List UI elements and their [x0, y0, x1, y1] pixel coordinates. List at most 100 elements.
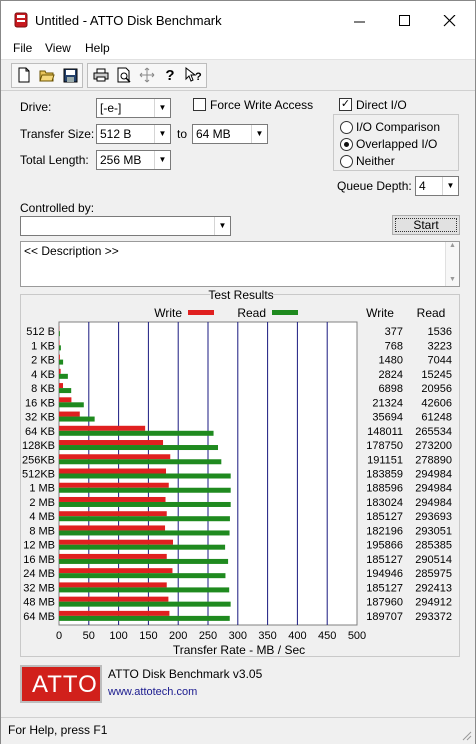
category-label: 64 MB — [23, 611, 55, 623]
read-bar — [59, 587, 230, 593]
legend-write-swatch — [188, 310, 214, 315]
category-label: 16 KB — [25, 397, 55, 409]
queue-depth-select[interactable]: 4 ▼ — [415, 176, 459, 196]
read-value-label: 1536 — [428, 326, 452, 338]
write-value-label: 191151 — [367, 454, 403, 466]
read-bar — [59, 601, 231, 607]
minimize-icon[interactable] — [353, 15, 367, 27]
chevron-down-icon: ▼ — [251, 125, 267, 143]
read-value-label: 285975 — [415, 568, 452, 580]
write-bar — [59, 397, 72, 403]
read-value-label: 265534 — [415, 426, 452, 438]
legend-read-label: Read — [237, 306, 266, 320]
start-button[interactable]: Start — [392, 215, 460, 235]
write-bar — [59, 368, 61, 374]
read-bar — [59, 373, 68, 379]
write-value-label: 183024 — [366, 497, 403, 509]
read-bar — [59, 558, 229, 564]
transfer-from-value: 512 B — [100, 127, 132, 141]
x-tick-label: 150 — [139, 630, 157, 642]
write-value-label: 185127 — [366, 582, 403, 594]
print-icon[interactable] — [90, 64, 112, 86]
read-bar — [59, 615, 230, 621]
read-bar — [59, 530, 230, 536]
write-bar — [59, 496, 166, 502]
write-bar — [59, 539, 174, 545]
status-text: For Help, press F1 — [8, 723, 108, 737]
category-label: 16 MB — [23, 554, 55, 566]
controlled-by-select[interactable]: ▼ — [20, 216, 231, 236]
write-value-label: 185127 — [366, 554, 403, 566]
x-tick-label: 0 — [56, 630, 62, 642]
drive-value: [-e-] — [100, 101, 122, 115]
menu-help[interactable]: Help — [85, 41, 110, 55]
scroll-down-icon[interactable]: ▼ — [449, 276, 456, 283]
read-value-label: 290514 — [415, 554, 452, 566]
chevron-down-icon: ▼ — [442, 177, 458, 195]
scroll-up-icon[interactable]: ▲ — [449, 242, 456, 249]
context-help-icon[interactable]: ? — [182, 64, 204, 86]
save-icon[interactable] — [59, 64, 81, 86]
read-value-label: 294984 — [415, 497, 452, 509]
category-label: 1 KB — [31, 340, 55, 352]
legend-write-label: Write — [154, 306, 182, 320]
category-label: 8 KB — [31, 383, 55, 395]
write-value-label: 188596 — [366, 483, 403, 495]
read-value-label: 292413 — [415, 582, 452, 594]
menu-file[interactable]: File — [13, 41, 32, 55]
write-bar — [59, 596, 169, 602]
write-bar — [59, 425, 146, 431]
read-value-label: 273200 — [415, 440, 452, 452]
menu-view[interactable]: View — [45, 41, 71, 55]
io-comparison-radio[interactable] — [340, 121, 353, 134]
write-value-label: 183859 — [366, 469, 403, 481]
read-value-label: 285385 — [415, 540, 452, 552]
results-title: Test Results — [208, 288, 273, 302]
print-preview-icon[interactable] — [113, 64, 135, 86]
close-icon[interactable] — [443, 15, 457, 27]
results-chart: Test Results Write Read Write Read Trans… — [22, 288, 452, 657]
x-axis-label: Transfer Rate - MB / Sec — [173, 643, 305, 657]
queue-depth-value: 4 — [419, 179, 426, 193]
website-link[interactable]: www.attotech.com — [108, 686, 197, 698]
neither-radio[interactable] — [340, 155, 353, 168]
write-value-label: 35694 — [372, 412, 403, 424]
drive-select[interactable]: [-e-] ▼ — [96, 98, 171, 118]
description-scrollbar[interactable]: ▲ ▼ — [445, 242, 459, 286]
x-tick-label: 50 — [83, 630, 95, 642]
category-label: 256KB — [22, 454, 55, 466]
title-bar[interactable]: Untitled - ATTO Disk Benchmark — [1, 1, 475, 39]
read-value-label: 294984 — [415, 483, 452, 495]
category-label: 32 KB — [25, 412, 55, 424]
category-label: 24 MB — [23, 568, 55, 580]
force-write-checkbox[interactable] — [193, 98, 206, 111]
x-tick-label: 500 — [348, 630, 366, 642]
move-icon[interactable] — [136, 64, 158, 86]
category-label: 64 KB — [25, 426, 55, 438]
read-bar — [59, 544, 226, 550]
read-value-label: 3223 — [428, 340, 452, 352]
io-comparison-label: I/O Comparison — [356, 120, 441, 134]
read-value-label: 61248 — [421, 412, 452, 424]
category-label: 512 B — [26, 326, 55, 338]
transfer-from-select[interactable]: 512 B ▼ — [96, 124, 171, 144]
direct-io-checkbox[interactable]: ✓ — [339, 98, 352, 111]
description-box[interactable]: << Description >> ▲ ▼ — [20, 241, 460, 287]
category-label: 4 MB — [29, 511, 55, 523]
total-length-select[interactable]: 256 MB ▼ — [96, 150, 171, 170]
read-bar — [59, 459, 222, 465]
maximize-icon[interactable] — [398, 15, 412, 27]
total-length-label: Total Length: — [20, 153, 89, 167]
open-folder-icon[interactable] — [36, 64, 58, 86]
new-document-icon[interactable] — [13, 64, 35, 86]
write-bar — [59, 568, 173, 574]
help-icon[interactable]: ? — [159, 64, 181, 86]
transfer-to-select[interactable]: 64 MB ▼ — [192, 124, 268, 144]
resize-grip-icon[interactable] — [460, 729, 472, 741]
write-value-label: 2824 — [379, 369, 403, 381]
read-bar — [59, 573, 226, 579]
overlapped-io-radio[interactable] — [340, 138, 353, 151]
write-bar — [59, 440, 164, 446]
write-bar — [59, 482, 169, 488]
legend-read-swatch — [272, 310, 298, 315]
